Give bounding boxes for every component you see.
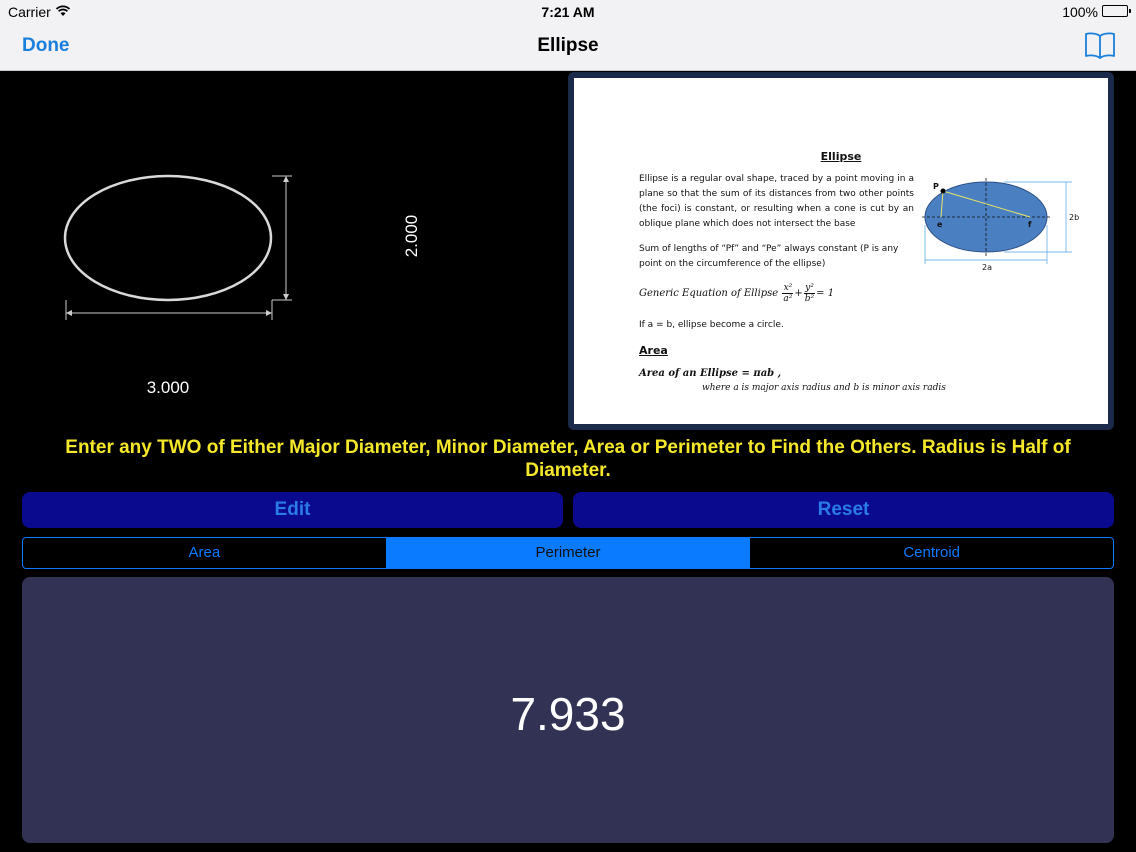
clock-label: 7:21 AM xyxy=(541,4,595,20)
result-panel: 7.933 xyxy=(22,577,1114,843)
edit-button[interactable]: Edit xyxy=(22,492,563,528)
reference-document: Ellipse Ellipse is a regular oval shape,… xyxy=(568,72,1114,430)
page-title: Ellipse xyxy=(537,35,599,56)
result-value: 7.933 xyxy=(510,688,626,740)
battery-icon xyxy=(1102,5,1131,17)
height-dimension-label: 2.000 xyxy=(402,214,421,258)
tab-centroid[interactable]: Centroid xyxy=(750,538,1113,568)
reset-button[interactable]: Reset xyxy=(573,492,1114,528)
svg-text:2b: 2b xyxy=(1069,213,1079,222)
ellipse-figure: P e f 2b 2a xyxy=(922,178,1079,270)
reference-page: Ellipse Ellipse is a regular oval shape,… xyxy=(574,78,1108,424)
status-bar: Carrier 7:21 AM 100% xyxy=(0,0,1136,24)
svg-text:2a: 2a xyxy=(982,263,992,270)
tab-perimeter[interactable]: Perimeter xyxy=(386,538,751,568)
doc-title: Ellipse xyxy=(820,150,862,163)
doc-description: Ellipse is a regular oval shape, traced … xyxy=(639,174,914,229)
tab-area[interactable]: Area xyxy=(23,538,387,568)
width-dimension-label: 3.000 xyxy=(146,378,190,397)
doc-area-note: where a is major axis radius and b is mi… xyxy=(702,383,946,393)
doc-area-heading: Area xyxy=(639,344,668,357)
battery-percent: 100% xyxy=(1062,4,1098,20)
book-icon[interactable] xyxy=(1084,30,1116,60)
instruction-text: Enter any TWO of Either Major Diameter, … xyxy=(65,437,1071,481)
ellipse-shape xyxy=(63,174,292,320)
doc-sum-text: Sum of lengths of “Pf” and “Pe” always c… xyxy=(639,244,899,269)
calculation-tabs: Area Perimeter Centroid xyxy=(22,537,1114,569)
doc-generic-equation: Generic Equation of Ellipse x² a² + y² b² = 1 xyxy=(639,283,835,304)
generic-equation-label: Generic Equation of Ellipse xyxy=(639,288,779,299)
ellipse-drawing: 3.000 2.000 xyxy=(0,72,565,427)
svg-text:f: f xyxy=(1028,220,1032,229)
doc-circle-text: If a = b, ellipse become a circle. xyxy=(639,320,784,330)
doc-area-formula: Area of an Ellipse = πab , xyxy=(639,368,782,379)
navigation-bar: Carrier 7:21 AM 100% Done Ellipse xyxy=(0,0,1136,71)
svg-text:e: e xyxy=(937,220,943,229)
svg-text:P: P xyxy=(933,182,939,191)
